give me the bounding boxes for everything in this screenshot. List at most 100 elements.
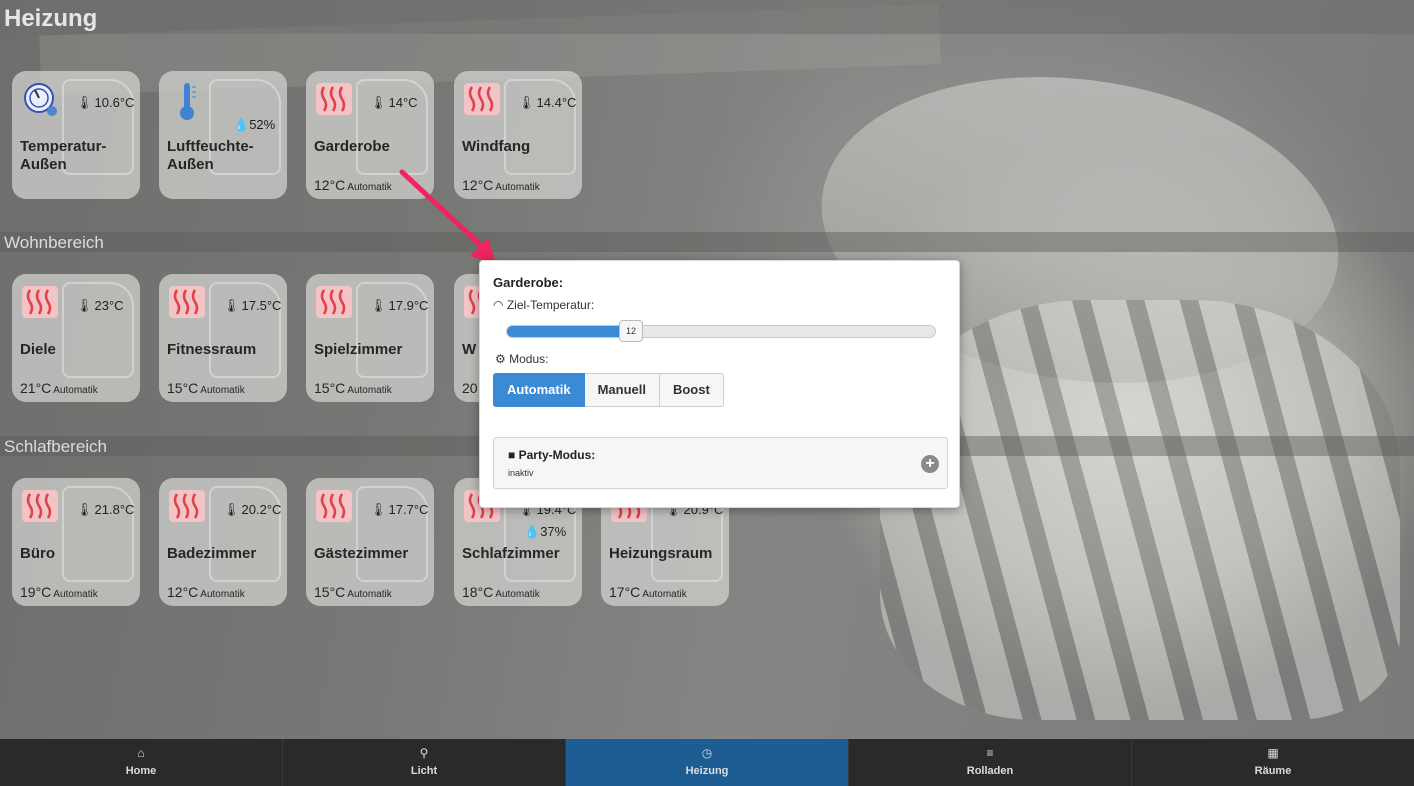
tile-mode: Automatik bbox=[347, 589, 392, 600]
nav-item-heizung[interactable]: ◷ Heizung bbox=[566, 739, 849, 786]
droplet-icon: 💧 bbox=[524, 524, 541, 539]
briefcase-icon: ■ bbox=[508, 448, 516, 462]
tile-temp-value: 17.5°C bbox=[241, 298, 282, 313]
thermometer-icon: 🌡 bbox=[76, 502, 93, 517]
tile-target-temp: 18°C bbox=[462, 584, 494, 600]
mode-selector: Automatik Manuell Boost bbox=[493, 373, 724, 407]
radiator-heat-icon bbox=[316, 490, 352, 522]
nav-item-raeume[interactable]: ▦ Räume bbox=[1132, 739, 1414, 786]
tile-mode: Automatik bbox=[53, 385, 98, 396]
thermometer-icon: 🌡 bbox=[223, 502, 240, 517]
tile-temp-value: 14°C bbox=[388, 95, 418, 110]
thermometer-blue-icon bbox=[180, 83, 196, 120]
tile-mode: Automatik bbox=[53, 589, 98, 600]
bottom-navbar: ⌂ Home ⚲ Licht ◷ Heizung ≡ Rolladen ▦ Rä… bbox=[0, 739, 1414, 786]
page-title: Heizung bbox=[4, 5, 98, 32]
tile-temp-value: 23°C bbox=[94, 298, 124, 313]
mode-button-boost[interactable]: Boost bbox=[659, 373, 724, 407]
plus-icon[interactable]: + bbox=[921, 455, 939, 473]
section-wohnbereich: Wohnbereich bbox=[0, 232, 1414, 252]
tile-temp-value: 20.2°C bbox=[241, 502, 282, 517]
nav-item-home[interactable]: ⌂ Home bbox=[0, 739, 283, 786]
thermometer-icon: 🌡 bbox=[76, 95, 93, 110]
thermometer-icon: 🌡 bbox=[76, 298, 93, 313]
tile-target-temp: 12°C bbox=[314, 177, 346, 193]
tile-temp-value: 17.7°C bbox=[388, 502, 429, 517]
tile-fitnessraum[interactable]: 🌡 17.5°C Fitnessraum 15°C Automatik bbox=[159, 274, 287, 402]
nav-label: Heizung bbox=[685, 765, 729, 777]
section-title: Schlafbereich bbox=[4, 437, 108, 456]
nav-label: Home bbox=[125, 765, 157, 777]
tile-target-temp: 20 bbox=[462, 380, 478, 396]
tile-mode: Automatik bbox=[495, 589, 540, 600]
party-mode-panel[interactable]: ■ Party-Modus: inaktiv + bbox=[493, 437, 948, 489]
grid-icon: ▦ bbox=[1267, 746, 1279, 760]
tile-name: Büro bbox=[20, 545, 55, 562]
target-temp-slider[interactable] bbox=[506, 325, 936, 338]
heating-dialog: Garderobe: ◠ Ziel-Temperatur: 12 ⚙ Modus… bbox=[479, 260, 960, 508]
thermometer-icon: 🌡 bbox=[370, 298, 387, 313]
radiator-heat-icon bbox=[22, 286, 58, 318]
tile-temp-value: 10.6°C bbox=[94, 95, 135, 110]
thermometer-icon: 🌡 bbox=[223, 298, 240, 313]
gear-icon: ⚙ bbox=[495, 352, 506, 366]
bars-icon: ≡ bbox=[986, 746, 994, 760]
tile-humidity-value: 37% bbox=[540, 524, 567, 539]
tile-target-temp: 15°C bbox=[314, 380, 346, 396]
tile-target-temp: 21°C bbox=[20, 380, 52, 396]
tile-mode: Automatik bbox=[347, 385, 392, 396]
tile-name: Gästezimmer bbox=[314, 545, 409, 562]
tile-name: Schlafzimmer bbox=[462, 545, 560, 562]
tile-badezimmer[interactable]: 🌡 20.2°C Badezimmer 12°C Automatik bbox=[159, 478, 287, 606]
tile-temp-value: 14.4°C bbox=[536, 95, 577, 110]
nav-label: Räume bbox=[1254, 765, 1292, 777]
tile-temperatur-aussen[interactable]: 🌡 10.6°C Temperatur-Außen bbox=[12, 71, 140, 199]
home-icon: ⌂ bbox=[137, 746, 145, 760]
gauge-icon: ◠ bbox=[493, 298, 504, 312]
tile-mode: Automatik bbox=[642, 589, 687, 600]
nav-label: Rolladen bbox=[966, 765, 1014, 777]
slider-fill bbox=[507, 326, 632, 337]
tile-target-temp: 15°C bbox=[314, 584, 346, 600]
tile-target-temp: 15°C bbox=[167, 380, 199, 396]
nav-item-rolladen[interactable]: ≡ Rolladen bbox=[849, 739, 1132, 786]
tile-luftfeuchte-aussen[interactable]: 💧52% Luftfeuchte-Außen bbox=[159, 71, 287, 199]
tile-target-temp: 12°C bbox=[167, 584, 199, 600]
tile-buero[interactable]: 🌡 21.8°C Büro 19°C Automatik bbox=[12, 478, 140, 606]
tile-name: Diele bbox=[20, 341, 56, 358]
tile-spielzimmer[interactable]: 🌡 17.9°C Spielzimmer 15°C Automatik bbox=[306, 274, 434, 402]
mode-button-manuell[interactable]: Manuell bbox=[584, 373, 660, 407]
tile-name: Luftfeuchte-Außen bbox=[167, 138, 254, 173]
tile-name: Badezimmer bbox=[167, 545, 257, 562]
tile-name: Windfang bbox=[462, 138, 531, 155]
mode-label: Modus: bbox=[509, 352, 549, 366]
party-mode-label: Party-Modus: bbox=[518, 448, 596, 462]
tile-temp-value: 17.9°C bbox=[388, 298, 429, 313]
radiator-heat-icon bbox=[316, 286, 352, 318]
gauge-icon bbox=[24, 83, 57, 116]
tile-target-temp: 19°C bbox=[20, 584, 52, 600]
section-title: Wohnbereich bbox=[4, 233, 104, 252]
clock-icon: ◷ bbox=[701, 746, 713, 760]
tile-name: Temperatur-Außen bbox=[20, 138, 107, 173]
tile-name: Garderobe bbox=[314, 138, 390, 155]
radiator-heat-icon bbox=[169, 286, 205, 318]
tile-mode: Automatik bbox=[200, 589, 245, 600]
mode-button-automatik[interactable]: Automatik bbox=[493, 373, 585, 407]
dialog-title: Garderobe: bbox=[493, 275, 564, 290]
droplet-icon: 💧 bbox=[233, 117, 250, 132]
tile-mode: Automatik bbox=[347, 182, 392, 193]
tile-name: Heizungsraum bbox=[609, 545, 713, 562]
radiator-heat-icon bbox=[22, 490, 58, 522]
tile-gaestezimmer[interactable]: 🌡 17.7°C Gästezimmer 15°C Automatik bbox=[306, 478, 434, 606]
slider-handle[interactable]: 12 bbox=[619, 320, 643, 342]
tile-target-temp: 17°C bbox=[609, 584, 641, 600]
thermometer-icon: 🌡 bbox=[370, 95, 387, 110]
thermometer-icon: 🌡 bbox=[518, 95, 535, 110]
tile-mode: Automatik bbox=[200, 385, 245, 396]
tile-temp-value: 21.8°C bbox=[94, 502, 135, 517]
party-mode-state: inaktiv bbox=[508, 468, 534, 478]
tile-diele[interactable]: 🌡 23°C Diele 21°C Automatik bbox=[12, 274, 140, 402]
nav-item-licht[interactable]: ⚲ Licht bbox=[283, 739, 566, 786]
nav-label: Licht bbox=[410, 765, 438, 777]
